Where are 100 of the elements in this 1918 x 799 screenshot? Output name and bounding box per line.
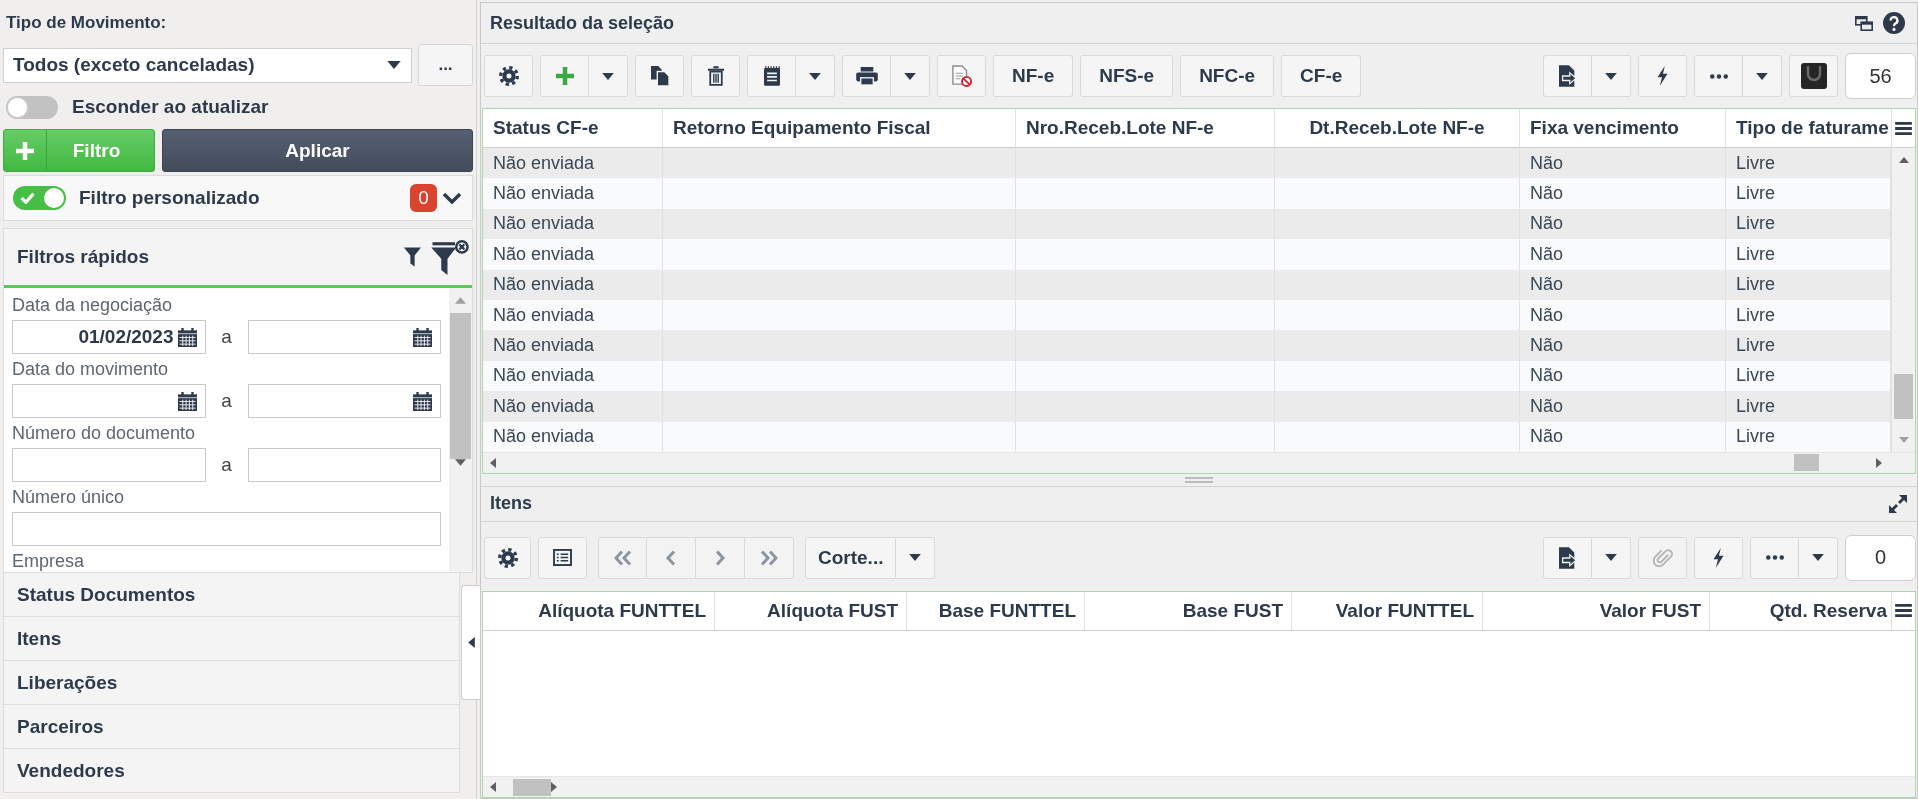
- layout-button[interactable]: Corte...: [805, 536, 897, 579]
- arrow-right-icon[interactable]: [1876, 457, 1882, 468]
- more-button[interactable]: [1750, 536, 1799, 579]
- export-button[interactable]: [1543, 536, 1592, 579]
- scrollbar-thumb[interactable]: [1794, 454, 1819, 472]
- expand-icon[interactable]: [1889, 494, 1907, 513]
- arrow-right-icon[interactable]: [551, 782, 557, 792]
- action-button[interactable]: [1638, 55, 1687, 97]
- horizontal-scrollbar[interactable]: [483, 451, 1915, 473]
- date-field[interactable]: 01/02/2023: [12, 320, 206, 354]
- more-button[interactable]: [1694, 55, 1743, 97]
- settings-button[interactable]: [484, 55, 533, 97]
- table-row[interactable]: Não enviada Não Livre: [483, 421, 1891, 452]
- toggle-switch[interactable]: [13, 186, 66, 210]
- input-field[interactable]: [12, 448, 206, 482]
- column-header[interactable]: Alíquota FUNTTEL: [483, 591, 715, 630]
- apply-button[interactable]: Aplicar: [162, 129, 473, 172]
- table-row[interactable]: Não enviada Não Livre: [483, 208, 1891, 240]
- document-type-button[interactable]: NFS-e: [1080, 55, 1174, 97]
- resize-handle[interactable]: [1185, 476, 1213, 483]
- list-button[interactable]: [538, 536, 587, 579]
- column-header[interactable]: Tipo de faturame: [1726, 109, 1893, 147]
- input-field[interactable]: [247, 448, 441, 482]
- table-row[interactable]: Não enviada Não Livre: [483, 330, 1891, 361]
- scrollbar-thumb[interactable]: [450, 313, 471, 459]
- table-row[interactable]: Não enviada Não Livre: [483, 360, 1891, 392]
- scrollbar-thumb[interactable]: [1894, 373, 1913, 419]
- accordion-section[interactable]: Itens: [3, 617, 460, 661]
- input-field[interactable]: [12, 512, 441, 546]
- arrow-left-icon[interactable]: [490, 457, 496, 468]
- column-header[interactable]: Qtd. Reserva: [1710, 591, 1891, 630]
- table-row[interactable]: Não enviada Não Livre: [483, 269, 1891, 300]
- table-row[interactable]: Não enviada Não Livre: [483, 178, 1891, 209]
- document-type-button[interactable]: CF-e: [1281, 55, 1362, 97]
- document-type-button[interactable]: NF-e: [993, 55, 1074, 97]
- document-type-button[interactable]: NFC-e: [1180, 55, 1275, 97]
- calendar-icon[interactable]: [413, 327, 432, 347]
- bag-button[interactable]: [1789, 55, 1838, 97]
- scrollbar-thumb[interactable]: [513, 778, 551, 796]
- dropdown-button[interactable]: [1799, 536, 1838, 579]
- cancel-document-button[interactable]: [937, 55, 986, 97]
- list-button[interactable]: [747, 55, 796, 97]
- double-chevron-left-icon: [613, 549, 632, 566]
- column-header[interactable]: Base FUNTTEL: [907, 591, 1085, 630]
- record-count: 56: [1845, 53, 1916, 99]
- column-header[interactable]: Alíquota FUST: [715, 591, 907, 630]
- copy-button[interactable]: [635, 55, 684, 97]
- column-header[interactable]: Base FUST: [1085, 591, 1292, 630]
- dropdown-button[interactable]: [796, 55, 835, 97]
- calendar-icon[interactable]: [177, 327, 197, 347]
- arrow-up-icon[interactable]: [1898, 157, 1909, 163]
- accordion-section[interactable]: Status Documentos: [3, 573, 460, 617]
- calendar-icon[interactable]: [413, 391, 432, 411]
- vertical-scrollbar[interactable]: [1892, 148, 1915, 452]
- field-label: Número do documento: [12, 423, 197, 444]
- table-row[interactable]: Não enviada Não Livre: [483, 239, 1891, 270]
- range-separator: a: [220, 326, 233, 348]
- column-header[interactable]: Fixa vencimento: [1520, 109, 1726, 147]
- calendar-icon[interactable]: [177, 391, 197, 411]
- vertical-scrollbar[interactable]: [449, 288, 472, 572]
- dropdown-button[interactable]: [1592, 55, 1631, 97]
- arrow-down-icon[interactable]: [455, 459, 466, 466]
- clear-filter-icon[interactable]: [431, 239, 469, 275]
- settings-button[interactable]: [484, 536, 531, 579]
- windows-icon[interactable]: [1855, 15, 1873, 31]
- chevron-down-icon[interactable]: [442, 192, 462, 204]
- dropdown-button[interactable]: [1592, 536, 1631, 579]
- select-field[interactable]: Todos (exceto canceladas): [3, 47, 412, 83]
- date-field[interactable]: [12, 384, 206, 418]
- column-header[interactable]: Status CF-e: [483, 109, 663, 147]
- date-field[interactable]: [247, 320, 441, 354]
- help-icon[interactable]: [1883, 12, 1905, 34]
- action-button[interactable]: [1694, 536, 1743, 579]
- dropdown-button[interactable]: [896, 536, 936, 579]
- collapse-handle[interactable]: [461, 585, 480, 700]
- column-header[interactable]: Valor FUNTTEL: [1292, 591, 1483, 630]
- dropdown-button[interactable]: [891, 55, 930, 97]
- date-field[interactable]: [247, 384, 441, 418]
- accordion-section[interactable]: Liberações: [3, 661, 460, 705]
- accordion-section[interactable]: Vendedores: [3, 749, 460, 793]
- funnel-icon[interactable]: [404, 247, 421, 267]
- export-button[interactable]: [1543, 55, 1592, 97]
- print-button[interactable]: [842, 55, 891, 97]
- table-row[interactable]: Não enviada Não Livre: [483, 299, 1891, 331]
- toggle-switch[interactable]: [6, 95, 58, 119]
- column-header[interactable]: Nro.Receb.Lote NF-e: [1016, 109, 1275, 147]
- arrow-left-icon[interactable]: [490, 782, 496, 792]
- column-header[interactable]: Valor FUST: [1483, 591, 1710, 630]
- accordion-section[interactable]: Parceiros: [3, 705, 460, 749]
- delete-button[interactable]: [691, 55, 740, 97]
- table-row[interactable]: Não enviada Não Livre: [483, 148, 1891, 179]
- dropdown-button[interactable]: [1743, 55, 1782, 97]
- caret-icon: [909, 554, 922, 562]
- table-cell: Não: [1520, 269, 1726, 300]
- table-row[interactable]: Não enviada Não Livre: [483, 391, 1891, 422]
- column-header[interactable]: Retorno Equipamento Fiscal: [663, 109, 1016, 147]
- dropdown-button[interactable]: [589, 55, 628, 97]
- ellipsis-button[interactable]: ...: [418, 44, 473, 86]
- column-header[interactable]: Dt.Receb.Lote NF-e: [1275, 109, 1520, 147]
- horizontal-scrollbar[interactable]: [483, 776, 1915, 797]
